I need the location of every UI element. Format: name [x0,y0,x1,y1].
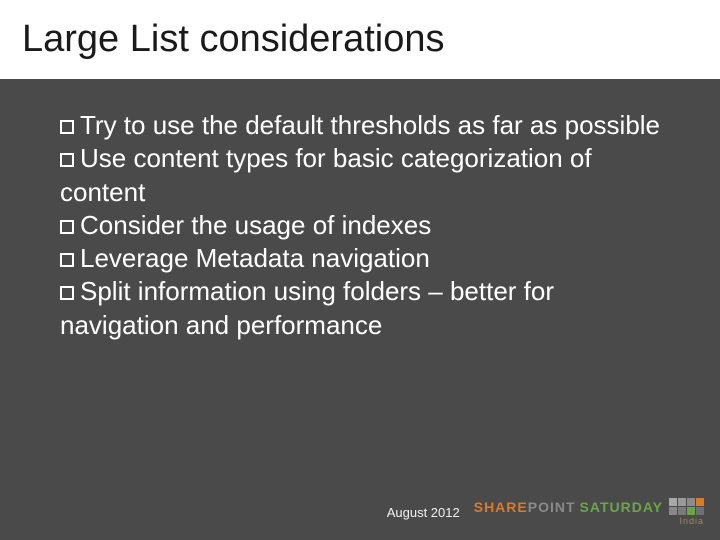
logo-top-row: SHAREPOINT SATURDAY [474,498,704,515]
bullet-item: Try to use the default thresholds as far… [60,109,670,142]
bullet-item: Use content types for basic categorizati… [60,142,670,209]
bullet-text: Split information using folders – better… [60,276,554,339]
logo-text-saturday: SATURDAY [580,500,663,514]
logo-text-share: SHARE [474,500,528,514]
bullet-item: Leverage Metadata navigation [60,242,670,275]
logo-squares-icon [669,498,704,515]
bullet-icon [60,253,74,267]
bullet-icon [60,220,74,234]
slide-footer: August 2012 SHAREPOINT SATURDAY India [387,498,704,526]
sharepoint-saturday-logo: SHAREPOINT SATURDAY India [474,498,704,526]
bullet-text: Try to use the default thresholds as far… [80,110,660,140]
bullet-icon [60,153,74,167]
bullet-item: Split information using folders – better… [60,275,670,342]
bullet-item: Consider the usage of indexes [60,209,670,242]
slide-body: Try to use the default thresholds as far… [0,79,720,362]
bullet-icon [60,286,74,300]
slide-title: Large List considerations [0,0,720,79]
bullet-text: Leverage Metadata navigation [80,243,430,273]
footer-date: August 2012 [387,505,460,520]
logo-text-point: POINT [528,500,576,514]
bullet-text: Consider the usage of indexes [80,210,431,240]
logo-text-india: India [679,517,704,526]
bullet-text: Use content types for basic categorizati… [60,143,592,206]
bullet-icon [60,120,74,134]
